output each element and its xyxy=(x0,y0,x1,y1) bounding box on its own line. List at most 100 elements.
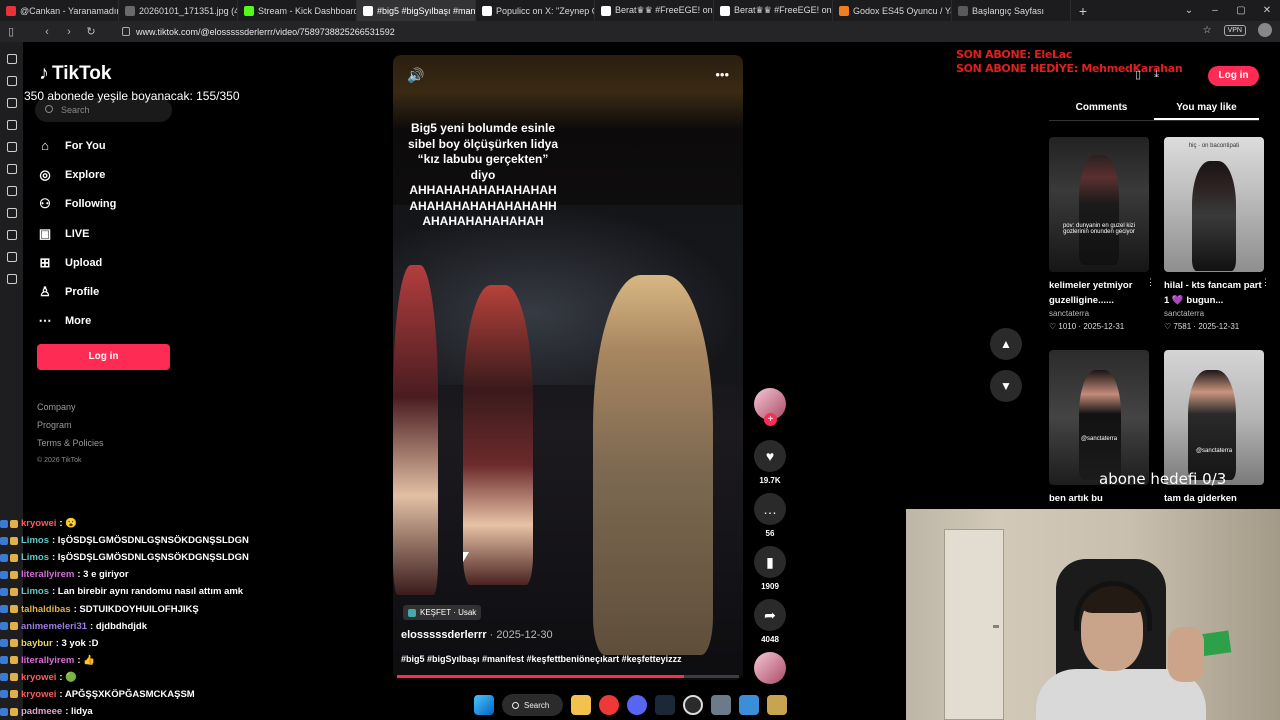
chat-username[interactable]: kryowei xyxy=(21,672,56,683)
bookmark-save-icon[interactable]: ▮ xyxy=(754,546,786,578)
chat-username[interactable]: talhaldibas xyxy=(21,604,71,615)
save-action[interactable]: ▮ 1909 xyxy=(752,546,788,591)
discord-icon[interactable] xyxy=(627,695,648,715)
footer-terms-link[interactable]: Terms & Policies xyxy=(37,434,104,452)
heart-icon[interactable]: ♥ xyxy=(754,440,786,472)
nav-item-for-you[interactable]: ⌂ For You xyxy=(37,131,116,160)
mastodon-icon[interactable] xyxy=(6,208,17,218)
settings-icon[interactable] xyxy=(711,695,732,715)
music-disc-action[interactable] xyxy=(752,652,788,684)
previous-video-button[interactable]: ▲ xyxy=(990,328,1022,360)
reload-button[interactable]: ↻ xyxy=(80,25,102,38)
creator-avatar[interactable]: + xyxy=(754,388,786,426)
tab-search-icon[interactable]: ⌄ xyxy=(1176,0,1202,21)
chat-username[interactable]: Limos xyxy=(21,535,49,546)
forward-button[interactable]: › xyxy=(58,26,80,38)
video-author[interactable]: elosssssderlerrr · 2025-12-30 xyxy=(401,629,553,641)
maximize-button[interactable]: ▢ xyxy=(1228,0,1254,21)
windows-start-icon[interactable] xyxy=(474,695,494,715)
downloads-icon[interactable] xyxy=(6,76,17,86)
browser-tab[interactable]: 20260101_171351.jpg (4624× xyxy=(119,0,238,21)
browser-tab[interactable]: Stream - Kick Dashboard xyxy=(238,0,357,21)
next-video-button[interactable]: ▼ xyxy=(990,370,1022,402)
footer-company-link[interactable]: Company xyxy=(37,398,104,416)
nav-item-upload[interactable]: ⊞ Upload xyxy=(37,248,116,277)
recommendation-author[interactable]: sanctaterra xyxy=(1164,309,1264,318)
creator-avatar-action[interactable]: + xyxy=(752,388,788,426)
footer-program-link[interactable]: Program xyxy=(37,416,104,434)
steam-icon[interactable] xyxy=(655,695,676,715)
recommendation-author[interactable]: sanctaterra xyxy=(1049,309,1149,318)
tiktok-logo[interactable]: ♪ TikTok xyxy=(39,62,111,85)
tab-comments[interactable]: Comments xyxy=(1049,97,1154,120)
chat-username[interactable]: padmeee xyxy=(21,706,62,717)
reading-list-icon[interactable] xyxy=(6,186,17,196)
sidebar-login-button[interactable]: Log in xyxy=(37,344,170,370)
nav-item-following[interactable]: ⚇ Following xyxy=(37,190,116,219)
browser-tab[interactable]: Godox ES45 Oyuncu / Yayın xyxy=(833,0,952,21)
more-options-icon[interactable]: ••• xyxy=(715,67,729,82)
browser-tab[interactable]: #big5 #bigSyılbaşı #manife xyxy=(357,0,476,21)
nav-item-live[interactable]: ▣ LIVE xyxy=(37,219,116,248)
add-panel-icon[interactable] xyxy=(6,274,17,284)
comment-action[interactable]: … 56 xyxy=(752,493,788,538)
back-button[interactable]: ‹ xyxy=(36,26,58,38)
share-action[interactable]: ➦ 4048 xyxy=(752,599,788,644)
video-hashtags[interactable]: #big5 #bigSyılbaşı #manifest #keşfettben… xyxy=(401,654,682,664)
mobile-icon[interactable]: ▯ xyxy=(1135,68,1141,81)
profile-avatar[interactable] xyxy=(1258,23,1272,37)
music-disc-icon[interactable] xyxy=(754,652,786,684)
vivaldi-icon[interactable] xyxy=(6,230,17,240)
nav-item-more[interactable]: ⋯ More xyxy=(37,307,116,336)
media-player-icon[interactable] xyxy=(767,695,788,715)
sidebar-toggle-icon[interactable]: ▯ xyxy=(0,25,22,38)
chat-username[interactable]: Limos xyxy=(21,552,49,563)
notes-icon[interactable] xyxy=(6,120,17,130)
video-player[interactable]: 🔊 ••• Big5 yeni bolumde esinle sibel boy … xyxy=(393,55,743,680)
calendar-icon[interactable] xyxy=(6,164,17,174)
chat-username[interactable]: animemeleri31 xyxy=(21,621,87,632)
photos-icon[interactable] xyxy=(739,695,760,715)
close-window-button[interactable]: ✕ xyxy=(1254,0,1280,21)
volume-icon[interactable]: 🔊 xyxy=(407,67,424,84)
more-options-icon[interactable]: ⋮ xyxy=(1261,277,1270,288)
nav-item-profile[interactable]: ♙ Profile xyxy=(37,277,116,306)
history-icon[interactable] xyxy=(6,98,17,108)
url-field[interactable]: www.tiktok.com/@elosssssderlerrr/video/7… xyxy=(122,27,395,37)
recommendation-thumbnail[interactable]: @sanctaterra xyxy=(1164,350,1264,485)
recommendation-thumbnail[interactable]: pov: dunyanin en guzel kizi gozlerinin o… xyxy=(1049,137,1149,272)
vivaldi-taskbar-icon[interactable] xyxy=(599,695,620,715)
bookmarks-icon[interactable] xyxy=(6,54,17,64)
header-login-button[interactable]: Log in xyxy=(1208,66,1259,86)
chat-username[interactable]: kryowei xyxy=(21,689,56,700)
browser-tab[interactable]: Başlangıç Sayfası xyxy=(952,0,1071,21)
file-explorer-icon[interactable] xyxy=(571,695,592,715)
vpn-badge[interactable]: VPN xyxy=(1223,24,1246,36)
recommendation-card[interactable]: hiç · on bacontipati hilal - kts fancam … xyxy=(1164,137,1270,331)
more-options-icon[interactable]: ⋮ xyxy=(1146,277,1155,288)
comment-icon[interactable]: … xyxy=(754,493,786,525)
recommendation-card[interactable]: pov: dunyanin en guzel kizi gozlerinin o… xyxy=(1049,137,1155,331)
chat-username[interactable]: literallyirem xyxy=(21,655,74,666)
minimize-button[interactable]: – xyxy=(1202,0,1228,21)
tab-you-may-like[interactable]: You may like xyxy=(1154,97,1259,120)
follow-plus-icon[interactable]: + xyxy=(764,413,777,426)
share-icon[interactable]: ➦ xyxy=(754,599,786,631)
video-progress-bar[interactable] xyxy=(397,675,739,678)
kesfet-location-tag[interactable]: KEŞFET · Usak xyxy=(403,605,482,620)
recommendation-thumbnail[interactable]: @sanctaterra xyxy=(1049,350,1149,485)
translate-icon[interactable] xyxy=(6,142,17,152)
new-tab-button[interactable]: + xyxy=(1071,3,1095,19)
chat-username[interactable]: kryowei xyxy=(21,518,56,529)
browser-tab[interactable]: @Cankan - Yaranamadım [F xyxy=(0,0,119,21)
recommendation-thumbnail[interactable]: hiç · on bacontipati xyxy=(1164,137,1264,272)
chat-username[interactable]: Limos xyxy=(21,586,49,597)
nav-item-explore[interactable]: ◎ Explore xyxy=(37,160,116,189)
download-app-icon[interactable]: ⤓ xyxy=(1154,68,1159,81)
like-action[interactable]: ♥ 19.7K xyxy=(752,440,788,485)
bookmark-icon[interactable]: ☆ xyxy=(1203,25,1212,36)
browser-tab[interactable]: Berat♛♛ #FreeEGE! on X: "s xyxy=(595,0,714,21)
browser-tab[interactable]: Populicc on X: "Zeynep Okt xyxy=(476,0,595,21)
obs-icon[interactable] xyxy=(683,695,704,715)
chat-username[interactable]: literallyirem xyxy=(21,569,74,580)
